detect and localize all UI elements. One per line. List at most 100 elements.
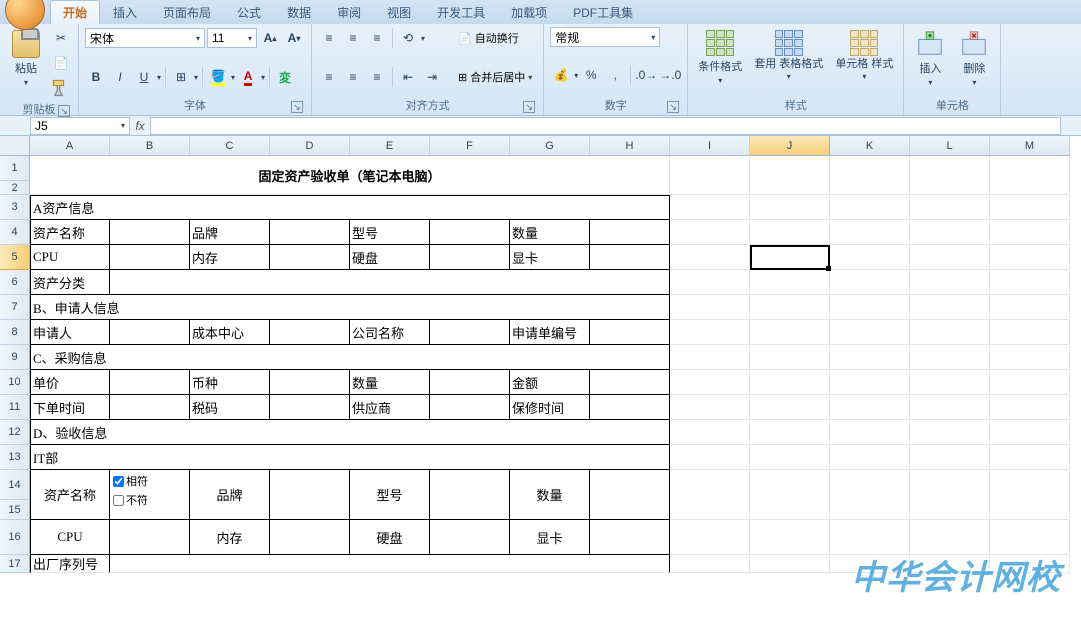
align-left-button[interactable]: ≡ [318,66,340,88]
row-header[interactable]: 9 [0,345,30,370]
align-bottom-button[interactable]: ≡ [366,27,388,49]
tab-formulas[interactable]: 公式 [224,0,274,24]
col-header[interactable]: M [990,136,1070,156]
launcher-icon[interactable]: ↘ [58,105,70,117]
cells-area[interactable]: 固定资产验收单（笔记本电脑） A资产信息 资产名称 品牌 型号 数量 CPU 内… [30,156,1070,573]
col-header[interactable]: I [670,136,750,156]
checkbox-nomatch[interactable]: 不符 [113,492,148,508]
watermark: 中华会计网校 [851,550,1061,599]
group-clipboard: 粘贴 ▾ ✂ 📄 剪贴板↘ [0,24,79,115]
name-box[interactable]: J5▾ [30,117,130,135]
tab-pagelayout[interactable]: 页面布局 [150,0,224,24]
row-header[interactable]: 2 [0,181,30,195]
col-header[interactable]: C [190,136,270,156]
format-table-button[interactable]: 套用 表格格式▾ [750,27,827,84]
cell-styles-button[interactable]: 单元格 样式▾ [831,27,897,84]
row-header[interactable]: 7 [0,295,30,320]
group-label-font: 字体↘ [85,95,305,115]
tab-addins[interactable]: 加载项 [498,0,560,24]
row-header[interactable]: 14 [0,470,30,500]
wrap-text-button[interactable]: 📄自动换行 [453,27,537,49]
tab-view[interactable]: 视图 [374,0,424,24]
chevron-down-icon: ▾ [24,78,28,87]
number-format-combo[interactable]: 常规▾ [550,27,660,47]
insert-icon [915,30,945,58]
group-label-number: 数字↘ [550,95,681,115]
increase-indent-button[interactable]: ⇥ [421,66,443,88]
font-color-button[interactable]: A [237,66,259,88]
col-header[interactable]: A [30,136,110,156]
fx-button[interactable]: fx [130,119,150,133]
col-header[interactable]: L [910,136,990,156]
col-header[interactable]: H [590,136,670,156]
comma-button[interactable]: , [604,64,626,86]
align-right-button[interactable]: ≡ [366,66,388,88]
row-header[interactable]: 13 [0,445,30,470]
cell-styles-icon [850,30,878,56]
row-header[interactable]: 10 [0,370,30,395]
orientation-button[interactable]: ⟲ [397,27,419,49]
paste-button[interactable]: 粘贴 ▾ [6,27,46,90]
fill-color-button[interactable]: 🪣 [207,66,229,88]
merge-center-button[interactable]: ⊞合并后居中▾ [453,66,537,88]
align-middle-button[interactable]: ≡ [342,27,364,49]
tab-developer[interactable]: 开发工具 [424,0,498,24]
row-header[interactable]: 8 [0,320,30,345]
col-header[interactable]: G [510,136,590,156]
col-header-active[interactable]: J [750,136,830,156]
bold-button[interactable]: B [85,66,107,88]
row-header[interactable]: 3 [0,195,30,220]
align-top-button[interactable]: ≡ [318,27,340,49]
delete-cells-button[interactable]: 删除▾ [954,27,994,90]
cut-button[interactable]: ✂ [50,27,72,49]
conditional-format-button[interactable]: 条件格式▾ [694,27,746,88]
insert-cells-button[interactable]: 插入▾ [910,27,950,90]
col-header[interactable]: B [110,136,190,156]
increase-decimal-button[interactable]: .0→ [635,64,657,86]
launcher-icon[interactable]: ↘ [291,101,303,113]
font-name-combo[interactable]: 宋体▾ [85,28,205,48]
tab-home[interactable]: 开始 [50,0,100,24]
row-header[interactable]: 11 [0,395,30,420]
section-header: A资产信息 [30,195,670,220]
row-header[interactable]: 6 [0,270,30,295]
select-all-corner[interactable] [0,136,30,156]
phonetic-button[interactable]: 変 [274,66,296,88]
row-header-active[interactable]: 5 [0,245,30,270]
row-header[interactable]: 12 [0,420,30,445]
italic-button[interactable]: I [109,66,131,88]
accounting-button[interactable]: 💰 [550,64,572,86]
percent-button[interactable]: % [580,64,602,86]
col-header[interactable]: E [350,136,430,156]
formula-bar[interactable] [150,117,1061,135]
tab-data[interactable]: 数据 [274,0,324,24]
row-header[interactable]: 16 [0,520,30,555]
sheet-title: 固定资产验收单（笔记本电脑） [30,156,670,195]
col-header[interactable]: K [830,136,910,156]
decrease-decimal-button[interactable]: →.0 [659,64,681,86]
align-center-button[interactable]: ≡ [342,66,364,88]
col-header[interactable]: D [270,136,350,156]
launcher-icon[interactable]: ↘ [667,101,679,113]
underline-button[interactable]: U [133,66,155,88]
font-size-combo[interactable]: 11▾ [207,28,257,48]
format-painter-button[interactable] [50,77,72,99]
grow-font-button[interactable]: A▴ [259,27,281,49]
row-header[interactable]: 17 [0,555,30,573]
shrink-font-button[interactable]: A▾ [283,27,305,49]
tab-pdf[interactable]: PDF工具集 [560,0,646,24]
group-font: 宋体▾ 11▾ A▴ A▾ B I U ▾ ⊞▾ 🪣▾ A▾ 変 字体↘ [79,24,312,115]
tab-insert[interactable]: 插入 [100,0,150,24]
copy-button[interactable]: 📄 [50,52,72,74]
row-header[interactable]: 4 [0,220,30,245]
section-header: D、验收信息 [30,420,670,445]
row-header[interactable]: 15 [0,500,30,520]
spreadsheet-grid: 1 2 3 4 5 6 7 8 9 10 11 12 13 14 15 16 1… [0,156,1081,573]
col-header[interactable]: F [430,136,510,156]
border-button[interactable]: ⊞ [170,66,192,88]
launcher-icon[interactable]: ↘ [523,101,535,113]
tab-review[interactable]: 审阅 [324,0,374,24]
decrease-indent-button[interactable]: ⇤ [397,66,419,88]
checkbox-match[interactable]: 相符 [113,473,148,489]
row-header[interactable]: 1 [0,156,30,181]
